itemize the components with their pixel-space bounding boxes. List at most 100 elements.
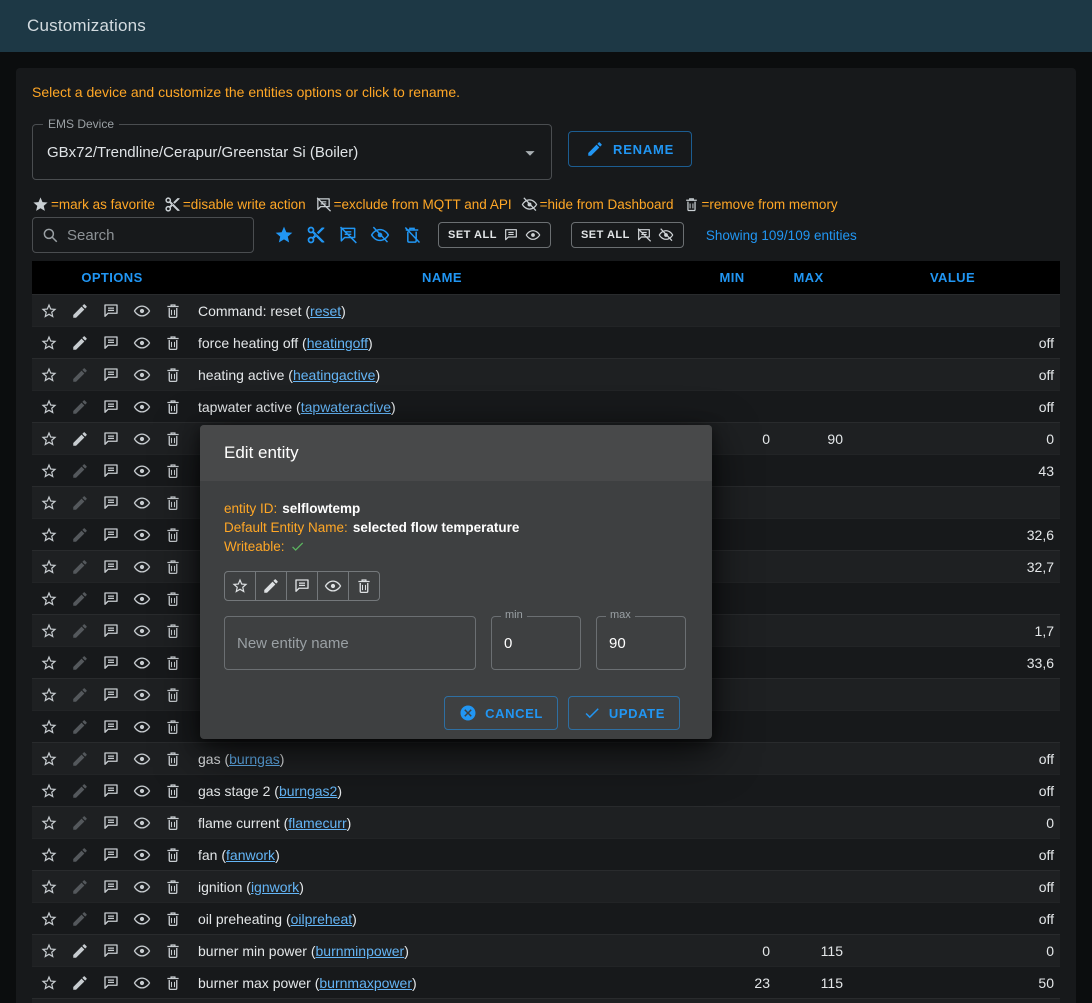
entity-code-link[interactable]: fanwork — [226, 847, 275, 863]
mqtt-exclude-icon[interactable] — [102, 878, 120, 896]
delete-icon[interactable] — [164, 302, 182, 320]
max-input[interactable] — [597, 635, 685, 652]
mqtt-exclude-icon[interactable] — [102, 814, 120, 832]
favorite-star-icon[interactable] — [40, 590, 58, 608]
entity-code-link[interactable]: reset — [310, 303, 341, 319]
edit-pencil-icon[interactable] — [71, 398, 89, 416]
edit-pencil-icon[interactable] — [71, 334, 89, 352]
toggle-write-button[interactable] — [255, 571, 287, 601]
entity-code-link[interactable]: burnminpower — [316, 943, 405, 959]
edit-pencil-icon[interactable] — [71, 910, 89, 928]
visibility-icon[interactable] — [133, 686, 151, 704]
toggle-favorite-button[interactable] — [224, 571, 256, 601]
delete-icon[interactable] — [164, 974, 182, 992]
delete-icon[interactable] — [164, 846, 182, 864]
delete-icon[interactable] — [164, 622, 182, 640]
favorite-star-icon[interactable] — [40, 942, 58, 960]
toggle-delete-button[interactable] — [348, 571, 380, 601]
table-row[interactable]: () — [32, 998, 1060, 1003]
favorite-star-icon[interactable] — [40, 398, 58, 416]
visibility-icon[interactable] — [133, 590, 151, 608]
set-all-hidden-button[interactable]: SET ALL — [571, 222, 684, 248]
favorite-star-icon[interactable] — [40, 526, 58, 544]
mqtt-exclude-icon[interactable] — [102, 782, 120, 800]
favorite-star-icon[interactable] — [40, 622, 58, 640]
new-entity-name-input[interactable] — [225, 635, 475, 652]
delete-icon[interactable] — [164, 398, 182, 416]
entity-code-link[interactable]: burngas — [229, 751, 280, 767]
favorite-star-icon[interactable] — [40, 974, 58, 992]
table-row[interactable]: tapwater active (tapwateractive) off — [32, 390, 1060, 422]
mqtt-exclude-icon[interactable] — [102, 302, 120, 320]
mqtt-exclude-icon[interactable] — [102, 974, 120, 992]
visibility-icon[interactable] — [133, 782, 151, 800]
visibility-icon[interactable] — [133, 974, 151, 992]
delete-icon[interactable] — [164, 462, 182, 480]
visibility-icon[interactable] — [133, 910, 151, 928]
mqtt-exclude-icon[interactable] — [102, 398, 120, 416]
entity-code-link[interactable]: oilpreheat — [291, 911, 353, 927]
visibility-icon[interactable] — [133, 398, 151, 416]
entity-code-link[interactable]: heatingoff — [307, 335, 368, 351]
favorite-star-icon[interactable] — [40, 910, 58, 928]
favorite-star-icon[interactable] — [40, 334, 58, 352]
edit-pencil-icon[interactable] — [71, 846, 89, 864]
visibility-icon[interactable] — [133, 942, 151, 960]
favorite-star-icon[interactable] — [40, 686, 58, 704]
min-input[interactable] — [492, 635, 580, 652]
visibility-icon[interactable] — [133, 718, 151, 736]
edit-pencil-icon[interactable] — [71, 366, 89, 384]
favorite-star-icon[interactable] — [40, 878, 58, 896]
favorite-star-icon[interactable] — [40, 462, 58, 480]
visibility-icon[interactable] — [133, 366, 151, 384]
toggle-mqtt-button[interactable] — [286, 571, 318, 601]
delete-icon[interactable] — [164, 718, 182, 736]
table-row[interactable]: gas stage 2 (burngas2) off — [32, 774, 1060, 806]
delete-icon[interactable] — [164, 814, 182, 832]
mqtt-exclude-icon[interactable] — [102, 334, 120, 352]
delete-icon[interactable] — [164, 558, 182, 576]
mqtt-exclude-icon[interactable] — [102, 750, 120, 768]
entity-code-link[interactable]: burnmaxpower — [319, 975, 412, 991]
table-row[interactable]: fan (fanwork) off — [32, 838, 1060, 870]
filter-visibility-button[interactable] — [370, 225, 390, 245]
search-input[interactable] — [67, 227, 245, 244]
delete-icon[interactable] — [164, 430, 182, 448]
mqtt-exclude-icon[interactable] — [102, 430, 120, 448]
delete-icon[interactable] — [164, 910, 182, 928]
table-row[interactable]: burner max power (burnmaxpower) 23 115 5… — [32, 966, 1060, 998]
edit-pencil-icon[interactable] — [71, 590, 89, 608]
rename-button[interactable]: RENAME — [568, 131, 692, 167]
edit-pencil-icon[interactable] — [71, 494, 89, 512]
mqtt-exclude-icon[interactable] — [102, 654, 120, 672]
toggle-visibility-button[interactable] — [317, 571, 349, 601]
edit-pencil-icon[interactable] — [71, 878, 89, 896]
edit-pencil-icon[interactable] — [71, 558, 89, 576]
favorite-star-icon[interactable] — [40, 366, 58, 384]
mqtt-exclude-icon[interactable] — [102, 558, 120, 576]
favorite-star-icon[interactable] — [40, 654, 58, 672]
edit-pencil-icon[interactable] — [71, 974, 89, 992]
edit-pencil-icon[interactable] — [71, 814, 89, 832]
visibility-icon[interactable] — [133, 526, 151, 544]
favorite-star-icon[interactable] — [40, 558, 58, 576]
edit-pencil-icon[interactable] — [71, 302, 89, 320]
entity-code-link[interactable]: burngas2 — [279, 783, 337, 799]
mqtt-exclude-icon[interactable] — [102, 622, 120, 640]
filter-delete-button[interactable] — [402, 225, 422, 245]
mqtt-exclude-icon[interactable] — [102, 366, 120, 384]
favorite-star-icon[interactable] — [40, 302, 58, 320]
table-row[interactable]: gas (burngas) off — [32, 742, 1060, 774]
edit-pencil-icon[interactable] — [71, 462, 89, 480]
edit-pencil-icon[interactable] — [71, 622, 89, 640]
mqtt-exclude-icon[interactable] — [102, 686, 120, 704]
set-all-visible-button[interactable]: SET ALL — [438, 222, 551, 248]
edit-pencil-icon[interactable] — [71, 942, 89, 960]
delete-icon[interactable] — [164, 942, 182, 960]
visibility-icon[interactable] — [133, 750, 151, 768]
favorite-star-icon[interactable] — [40, 814, 58, 832]
visibility-icon[interactable] — [133, 494, 151, 512]
edit-pencil-icon[interactable] — [71, 654, 89, 672]
edit-pencil-icon[interactable] — [71, 750, 89, 768]
favorite-star-icon[interactable] — [40, 782, 58, 800]
